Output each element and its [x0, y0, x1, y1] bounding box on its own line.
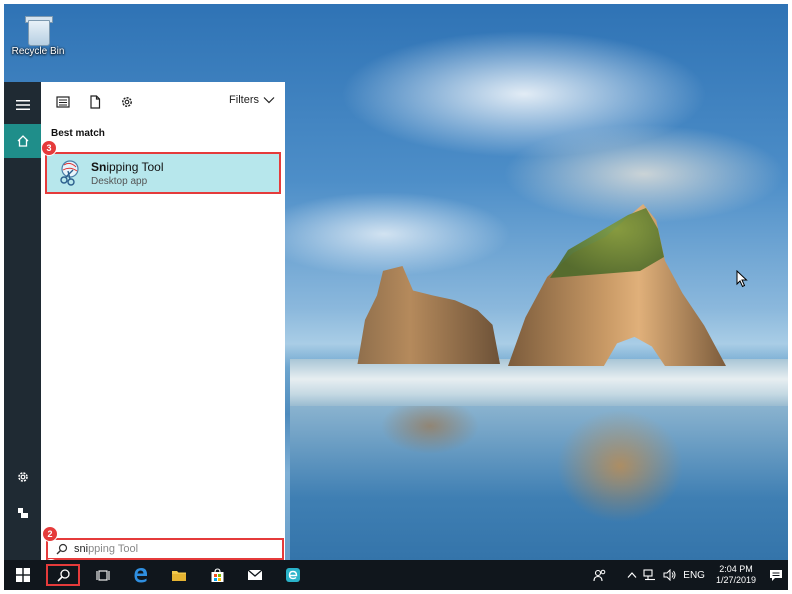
wallpaper-rock-grass: [550, 208, 664, 278]
step-marker-3: 3: [41, 140, 57, 156]
task-view-button[interactable]: [84, 560, 122, 590]
volume-button[interactable]: [660, 569, 680, 581]
settings-button[interactable]: [4, 460, 41, 494]
expand-menu-button[interactable]: [4, 88, 41, 122]
snipping-tool-icon: [60, 160, 79, 186]
gear-icon: [122, 97, 132, 107]
chevron-up-icon: [627, 572, 637, 578]
people-button[interactable]: [590, 568, 610, 582]
taskbar-search-button[interactable]: [46, 564, 80, 586]
action-center-button[interactable]: [764, 569, 788, 582]
hamburger-icon: [15, 100, 30, 110]
desktop-icon-recycle-bin[interactable]: Recycle Bin: [8, 14, 68, 57]
best-match-result[interactable]: Snipping Tool Desktop app: [45, 152, 281, 194]
taskbar: ENG 2:04 PM 1/27/2019: [4, 560, 788, 590]
folder-icon: [172, 571, 186, 581]
store-icon: [211, 567, 223, 582]
wallpaper-rock-left: [357, 266, 500, 364]
wallpaper-sea: [290, 359, 788, 409]
taskbar-mail-button[interactable]: [236, 560, 274, 590]
panel-toolbar: Filters: [41, 82, 285, 122]
speaker-icon: [663, 569, 676, 581]
task-view-icon: [96, 569, 110, 581]
taskbar-file-explorer-button[interactable]: [160, 560, 198, 590]
settings-filter-button[interactable]: [117, 92, 137, 112]
filters-dropdown[interactable]: Filters: [229, 94, 275, 106]
search-icon: [56, 543, 68, 555]
search-results-panel: Filters Best match Snipping Tool Desktop…: [41, 82, 285, 560]
system-tray: ENG 2:04 PM 1/27/2019: [590, 560, 788, 590]
clock-date: 1/27/2019: [715, 575, 756, 585]
clock-time: 2:04 PM: [719, 564, 753, 574]
desktop-icon-label: Recycle Bin: [11, 46, 65, 57]
best-match-subtitle: Desktop app: [91, 175, 148, 187]
search-icon: [56, 568, 70, 582]
home-button[interactable]: [4, 124, 41, 158]
recycle-bin-icon: [25, 14, 53, 46]
show-hidden-icons-button[interactable]: [624, 571, 640, 579]
people-icon: [593, 569, 606, 582]
apps-filter-button[interactable]: [53, 92, 73, 112]
internet-explorer-icon: [286, 568, 300, 582]
mouse-cursor-icon: [736, 270, 748, 288]
search-typed-text: sni: [74, 543, 89, 555]
search-query[interactable]: snipping Tool: [74, 543, 138, 555]
user-account-button[interactable]: [4, 496, 41, 530]
document-icon: [90, 95, 101, 109]
step-marker-2: 2: [42, 526, 58, 542]
best-match-title: Snipping Tool: [91, 160, 164, 174]
chevron-down-icon: [263, 97, 275, 104]
input-language-button[interactable]: ENG: [680, 570, 708, 581]
start-menu-rail: [4, 82, 41, 560]
start-button[interactable]: [4, 560, 42, 590]
taskbar-ie-button[interactable]: [274, 560, 312, 590]
filters-label: Filters: [229, 94, 259, 106]
documents-filter-button[interactable]: [85, 92, 105, 112]
taskbar-store-button[interactable]: [198, 560, 236, 590]
best-match-text: Snipping Tool Desktop app: [91, 160, 164, 187]
network-icon: [643, 569, 656, 581]
apps-icon: [56, 96, 70, 108]
notification-icon: [770, 569, 782, 581]
network-button[interactable]: [640, 569, 660, 581]
search-box[interactable]: snipping Tool: [46, 538, 284, 560]
gear-icon: [17, 472, 28, 482]
search-autocomplete-text: pping Tool: [88, 543, 139, 555]
best-match-heading: Best match: [51, 128, 105, 139]
taskbar-edge-button[interactable]: [122, 560, 160, 590]
desktop: Recycle Bin Filters Best match Snipping …: [4, 4, 788, 590]
windows-logo-icon: [16, 568, 30, 582]
home-icon: [17, 135, 28, 147]
mail-icon: [247, 569, 263, 580]
best-match-title-rest: ipping Tool: [106, 159, 164, 174]
edge-icon: [134, 568, 148, 583]
clock[interactable]: 2:04 PM 1/27/2019: [708, 564, 764, 586]
user-icon: [17, 508, 28, 518]
best-match-title-bold: Sn: [91, 159, 107, 174]
